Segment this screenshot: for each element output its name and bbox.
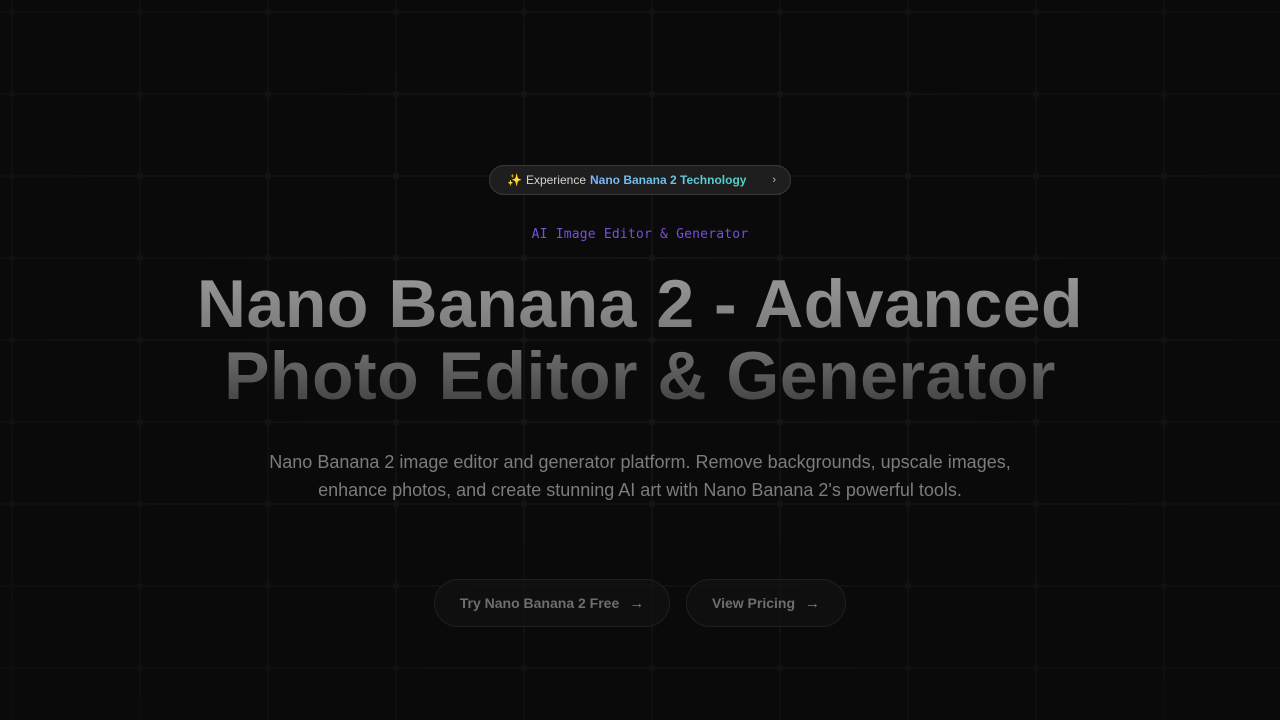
view-pricing-button-label: View Pricing [712,595,795,611]
page-title-line-1: Nano Banana 2 - Advanced [196,266,1084,342]
arrow-right-icon: → [805,594,820,612]
view-pricing-button[interactable]: View Pricing → [686,579,846,627]
arrow-right-icon: → [629,594,645,612]
try-free-button-label: Try Nano Banana 2 Free [459,595,620,611]
hero-description: Nano Banana 2 image editor and generator… [269,452,1011,500]
eyebrow-label: AI Image Editor & Generator [531,227,749,242]
hero-section: ✨ Experience Nano Banana 2 Technology › … [0,0,1280,720]
page-title-line-2: Photo Editor & Generator [224,338,1056,414]
try-free-button[interactable]: Try Nano Banana 2 Free → [434,579,670,627]
page-title: Nano Banana 2 - Advanced Photo Editor & … [0,268,1280,412]
announcement-prefix: Experience [525,173,586,187]
chevron-right-icon: › [772,174,776,186]
announcement-highlight: Nano Banana 2 Technology [590,173,747,187]
sparkle-icon: ✨ [507,173,522,187]
announcement-pill[interactable]: ✨ Experience Nano Banana 2 Technology › [489,165,791,195]
